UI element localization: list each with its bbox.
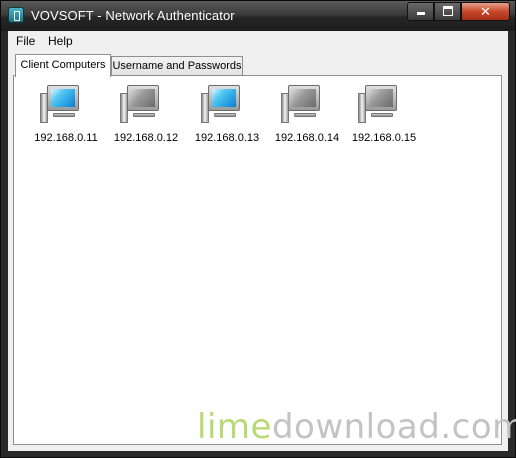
monitor-stand [53, 113, 75, 117]
app-icon[interactable] [8, 7, 24, 23]
computer-online-icon [208, 85, 240, 111]
client-computers-panel: 192.168.0.11 192.168.0.12 192.168.0.13 1… [13, 75, 502, 445]
monitor-stand [371, 113, 393, 117]
computer-item[interactable]: 192.168.0.12 [106, 82, 186, 146]
computer-ip-label: 192.168.0.15 [351, 132, 417, 144]
minimize-button[interactable] [407, 2, 434, 21]
app-window: VOVSOFT - Network Authenticator ✕ File H… [0, 0, 516, 458]
close-button[interactable]: ✕ [461, 2, 510, 21]
computer-item[interactable]: 192.168.0.13 [187, 82, 267, 146]
watermark: limedownload.com [197, 407, 516, 447]
computer-online-icon [47, 85, 79, 111]
computer-offline-icon [365, 85, 397, 111]
monitor-stand [133, 113, 155, 117]
computer-ip-label: 192.168.0.12 [113, 132, 179, 144]
computer-item[interactable]: 192.168.0.15 [344, 82, 424, 146]
monitor-stand [294, 113, 316, 117]
menu-bar: File Help [8, 31, 508, 51]
computer-offline-icon [127, 85, 159, 111]
window-title: VOVSOFT - Network Authenticator [31, 8, 235, 23]
computer-ip-label: 192.168.0.13 [194, 132, 260, 144]
monitor-stand [214, 113, 236, 117]
computer-offline-icon [288, 85, 320, 111]
menu-file[interactable]: File [16, 34, 35, 48]
maximize-button[interactable] [434, 2, 461, 21]
computer-item[interactable]: 192.168.0.11 [26, 82, 106, 146]
menu-help[interactable]: Help [48, 34, 73, 48]
computer-ip-label: 192.168.0.11 [34, 132, 98, 144]
tab-client-computers[interactable]: Client Computers [15, 54, 111, 77]
maximize-icon [442, 6, 453, 16]
close-icon: ✕ [480, 4, 491, 19]
computer-item[interactable]: 192.168.0.14 [267, 82, 347, 146]
title-bar[interactable]: VOVSOFT - Network Authenticator ✕ [1, 1, 515, 31]
client-area: Client Computers Username and Passwords … [8, 51, 508, 451]
minimize-icon [416, 12, 425, 15]
computer-ip-label: 192.168.0.14 [274, 132, 340, 144]
tab-username-and-passwords[interactable]: Username and Passwords [111, 56, 243, 76]
